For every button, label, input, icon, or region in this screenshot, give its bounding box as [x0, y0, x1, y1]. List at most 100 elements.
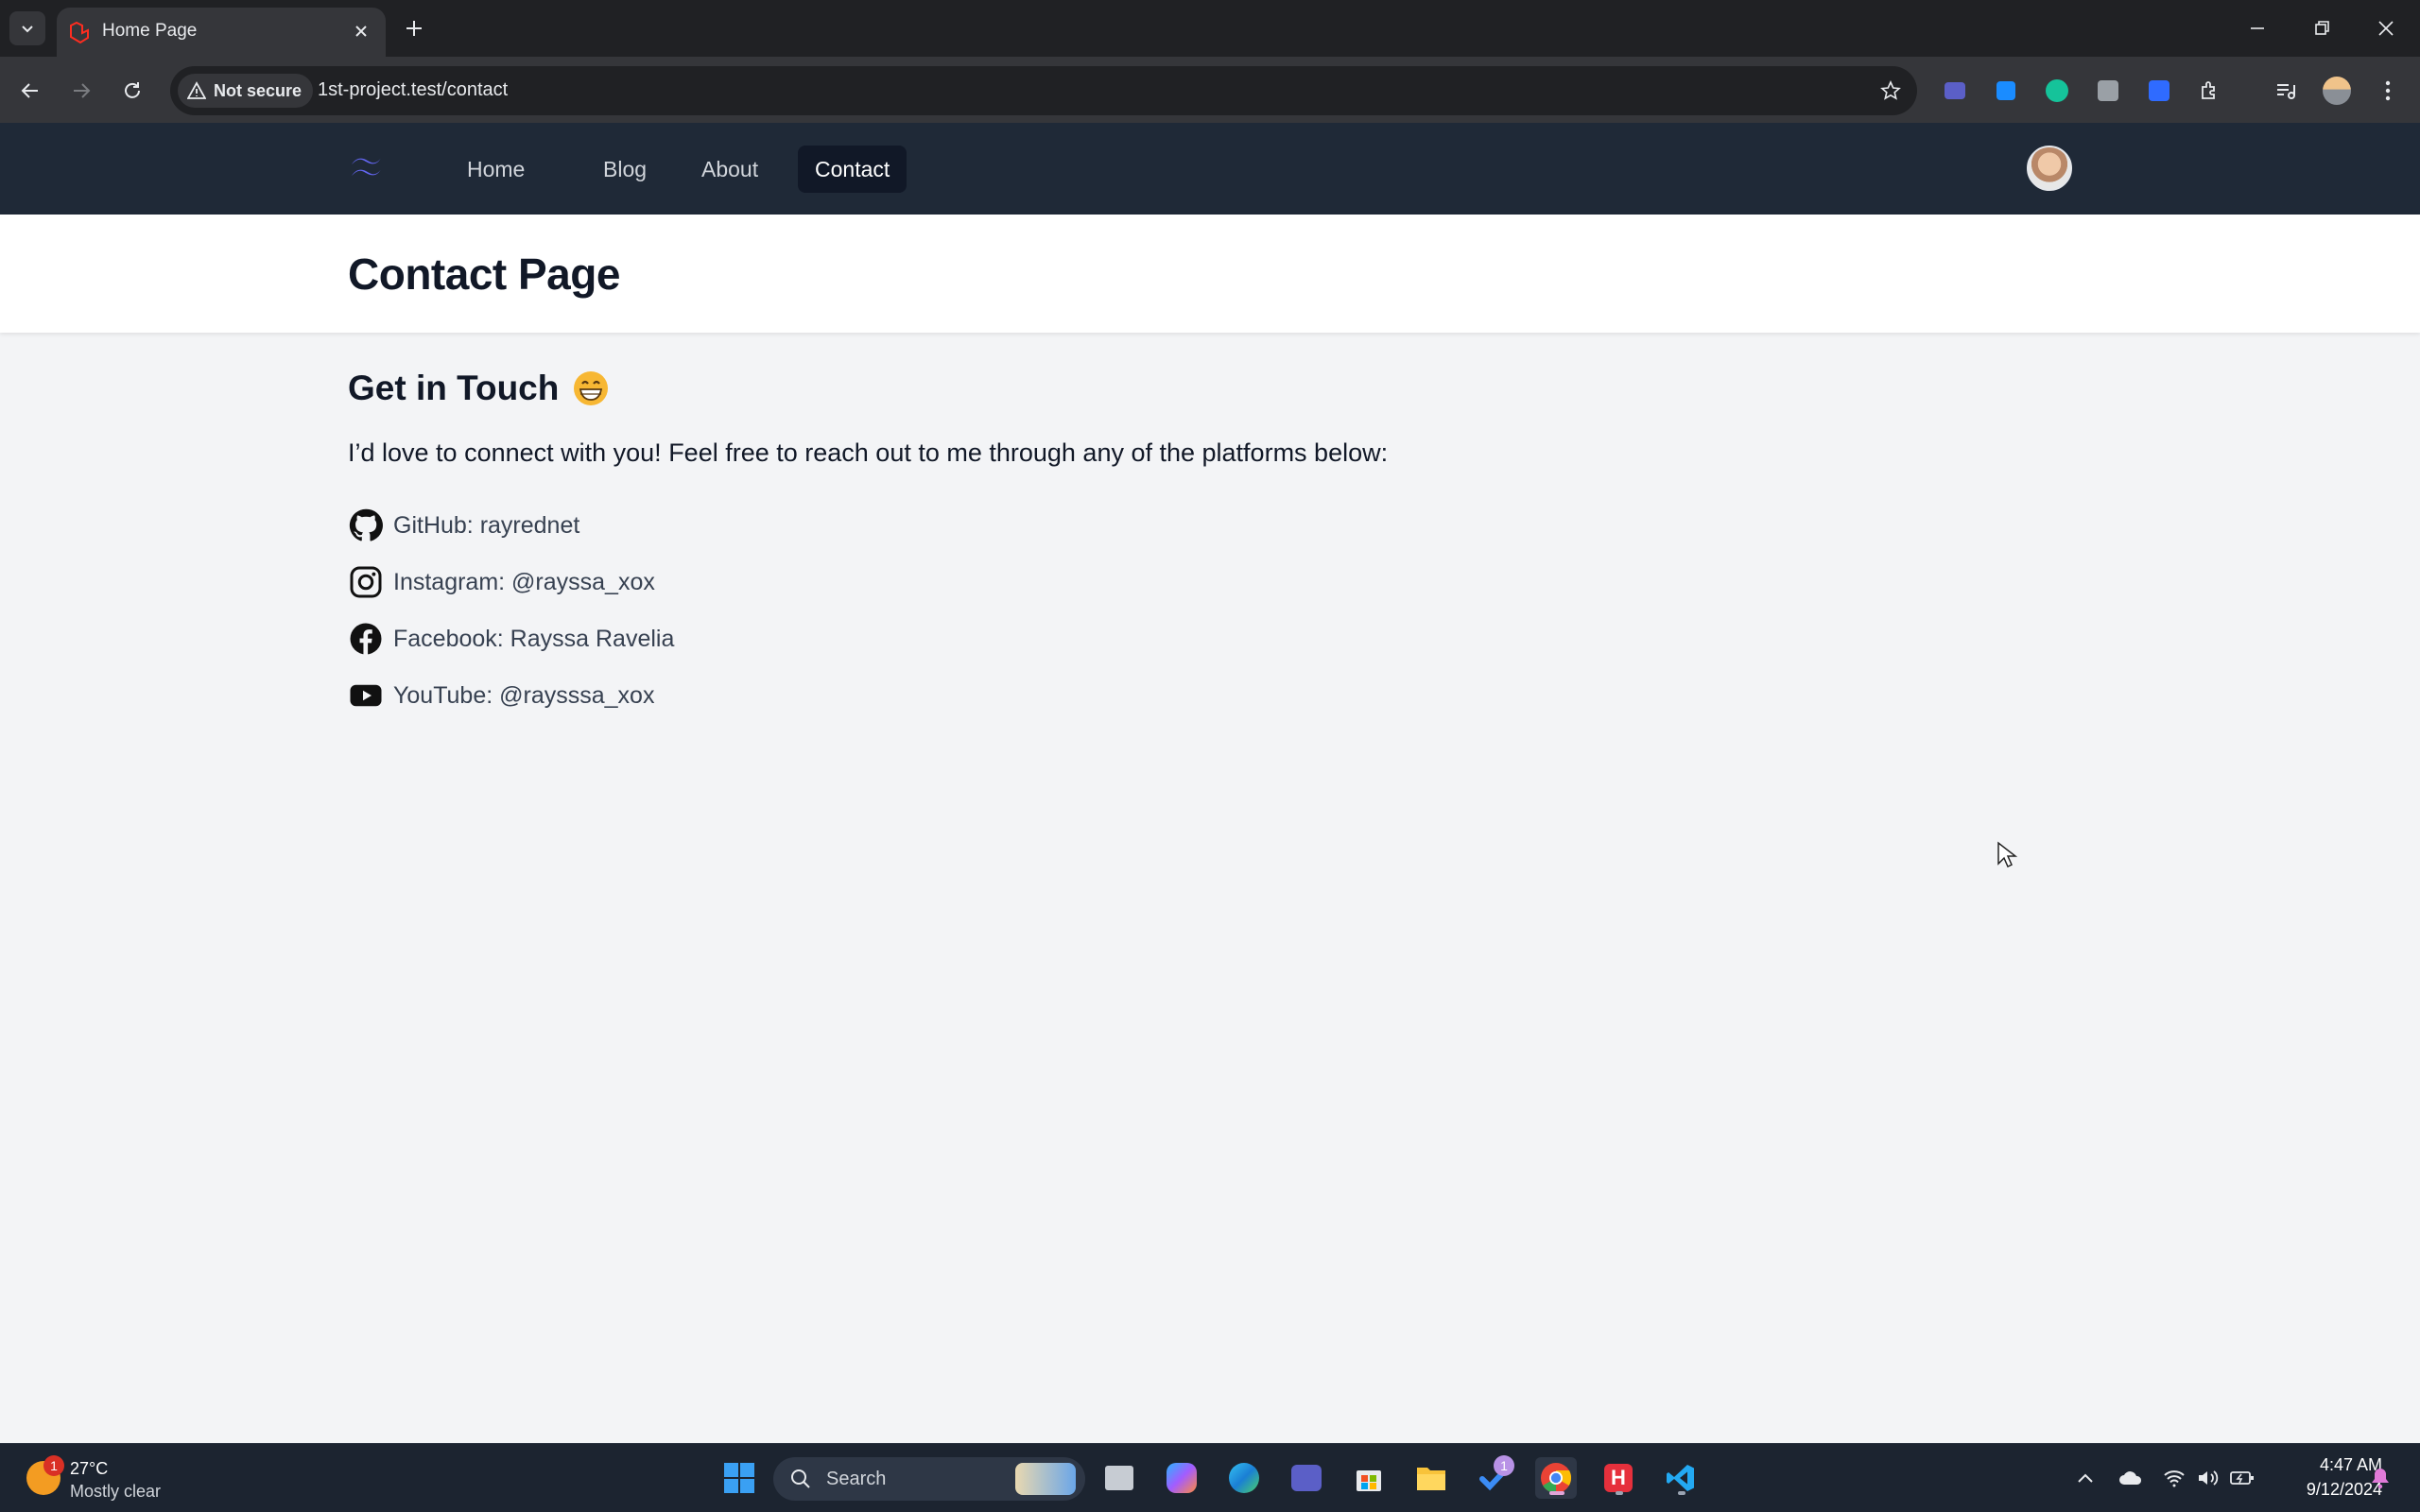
search-icon [791, 1469, 810, 1488]
back-button[interactable] [11, 72, 49, 110]
kebab-menu-icon [2385, 80, 2391, 101]
bell-icon [2372, 1469, 2389, 1489]
media-control-icon[interactable] [2269, 74, 2303, 108]
windows-taskbar: 1 27°C Mostly clear Search 1 H 4:47 AM 9… [0, 1443, 2420, 1512]
extension-translate-icon[interactable] [1938, 74, 1972, 108]
url-text[interactable]: 1st-project.test/contact [318, 79, 508, 101]
herd-app-button[interactable]: H [1598, 1457, 1639, 1499]
chevron-down-icon [22, 26, 33, 33]
nav-link-about[interactable]: About [684, 146, 775, 193]
browser-menu-button[interactable] [2371, 74, 2405, 108]
battery-button[interactable] [2229, 1465, 2256, 1491]
extensions-puzzle-icon[interactable] [2193, 74, 2227, 108]
reload-icon [125, 82, 140, 98]
puzzle-icon [2202, 81, 2215, 99]
nav-link-home[interactable]: Home [450, 146, 542, 193]
nav-link-blog[interactable]: Blog [586, 146, 664, 193]
vscode-icon [1667, 1465, 1694, 1491]
tray-overflow-button[interactable] [2072, 1465, 2099, 1491]
github-icon [348, 507, 384, 543]
contact-item-github[interactable]: GitHub: rayrednet [348, 507, 579, 544]
new-tab-button[interactable] [397, 11, 431, 45]
start-button[interactable] [718, 1457, 760, 1499]
user-avatar[interactable] [2027, 146, 2072, 191]
nav-link-contact[interactable]: Contact [798, 146, 908, 193]
restore-icon [2315, 21, 2329, 35]
wifi-button[interactable] [2161, 1465, 2187, 1491]
contact-item-youtube[interactable]: YouTube: @raysssa_xox [348, 677, 654, 714]
battery-charging-icon [2230, 1471, 2254, 1485]
file-explorer-button[interactable] [1410, 1457, 1452, 1499]
site-logo-icon[interactable] [348, 151, 393, 183]
forward-button[interactable] [62, 72, 100, 110]
close-icon [2378, 21, 2394, 36]
reload-button[interactable] [113, 72, 151, 110]
search-label: Search [826, 1469, 887, 1489]
profile-avatar[interactable] [2320, 74, 2354, 108]
teams-button[interactable] [1286, 1457, 1327, 1499]
security-label: Not secure [214, 80, 302, 100]
vscode-button[interactable] [1660, 1457, 1702, 1499]
close-icon [355, 26, 367, 37]
contact-label: GitHub: rayrednet [393, 511, 580, 539]
extension-dictionary-icon[interactable] [2142, 74, 2176, 108]
weather-condition: Mostly clear [70, 1482, 162, 1501]
edge-button[interactable] [1223, 1457, 1265, 1499]
page-header: Contact Page [0, 215, 2420, 333]
browser-toolbar: Not secure 1st-project.test/contact [0, 57, 2420, 123]
vscode-running-indicator [1678, 1491, 1685, 1495]
copilot-button[interactable] [1161, 1457, 1202, 1499]
laravel-favicon-icon [70, 21, 89, 44]
restore-button[interactable] [2290, 0, 2354, 57]
extension-grammarly-icon[interactable] [2040, 74, 2074, 108]
page-title: Contact Page [348, 249, 620, 299]
contact-item-instagram[interactable]: Instagram: @rayssa_xox [348, 563, 655, 601]
minimize-button[interactable] [2225, 0, 2290, 57]
arrow-left-icon [21, 83, 38, 98]
intro-text: I’d love to connect with you! Feel free … [348, 438, 1389, 467]
contact-label: Instagram: @rayssa_xox [393, 568, 655, 595]
todo-button[interactable]: 1 [1473, 1455, 1514, 1499]
todo-badge: 1 [1494, 1455, 1514, 1476]
edge-icon [1229, 1463, 1259, 1493]
onedrive-button[interactable] [2118, 1465, 2144, 1491]
folder-icon [1417, 1468, 1445, 1490]
microsoft-store-icon [1357, 1470, 1381, 1491]
chrome-button[interactable] [1535, 1457, 1577, 1499]
chrome-running-indicator [1549, 1491, 1564, 1495]
taskbar-search[interactable]: Search [773, 1457, 1085, 1501]
youtube-icon [348, 678, 384, 713]
extension-bluesky-icon[interactable] [1989, 74, 2023, 108]
minimize-icon [2251, 27, 2264, 29]
wifi-icon [2164, 1470, 2185, 1487]
bookmark-button[interactable] [1876, 76, 1906, 106]
notifications-button[interactable] [2367, 1465, 2394, 1491]
star-icon [1880, 80, 1901, 100]
extension-photo-icon[interactable] [2091, 74, 2125, 108]
speaker-icon [2199, 1470, 2219, 1486]
tab-search-button[interactable] [9, 11, 45, 45]
task-view-button[interactable] [1098, 1457, 1140, 1499]
playlist-icon [2277, 84, 2295, 99]
mouse-cursor-icon [1997, 841, 2017, 868]
tab-close-button[interactable] [348, 18, 374, 44]
address-bar[interactable]: Not secure 1st-project.test/contact [170, 66, 1917, 115]
copilot-icon [1167, 1463, 1197, 1493]
security-chip[interactable]: Not secure [178, 74, 314, 108]
contact-label: YouTube: @raysssa_xox [393, 681, 655, 709]
close-window-button[interactable] [2354, 0, 2418, 57]
browser-tabstrip: Home Page [0, 0, 2420, 57]
contact-item-facebook[interactable]: Facebook: Rayssa Ravelia [348, 620, 674, 658]
volume-button[interactable] [2195, 1465, 2221, 1491]
search-highlight-image [1015, 1463, 1076, 1495]
store-button[interactable] [1348, 1457, 1390, 1499]
tab-title: Home Page [102, 21, 198, 41]
chrome-icon [1541, 1463, 1572, 1493]
plus-icon [406, 21, 422, 36]
browser-tab-active[interactable]: Home Page [57, 8, 386, 57]
weather-widget[interactable]: 1 27°C Mostly clear [23, 1453, 212, 1504]
cloud-icon [2119, 1471, 2142, 1485]
task-view-icon [1105, 1466, 1133, 1490]
warning-icon [187, 81, 206, 99]
windows-logo-icon [724, 1463, 754, 1493]
